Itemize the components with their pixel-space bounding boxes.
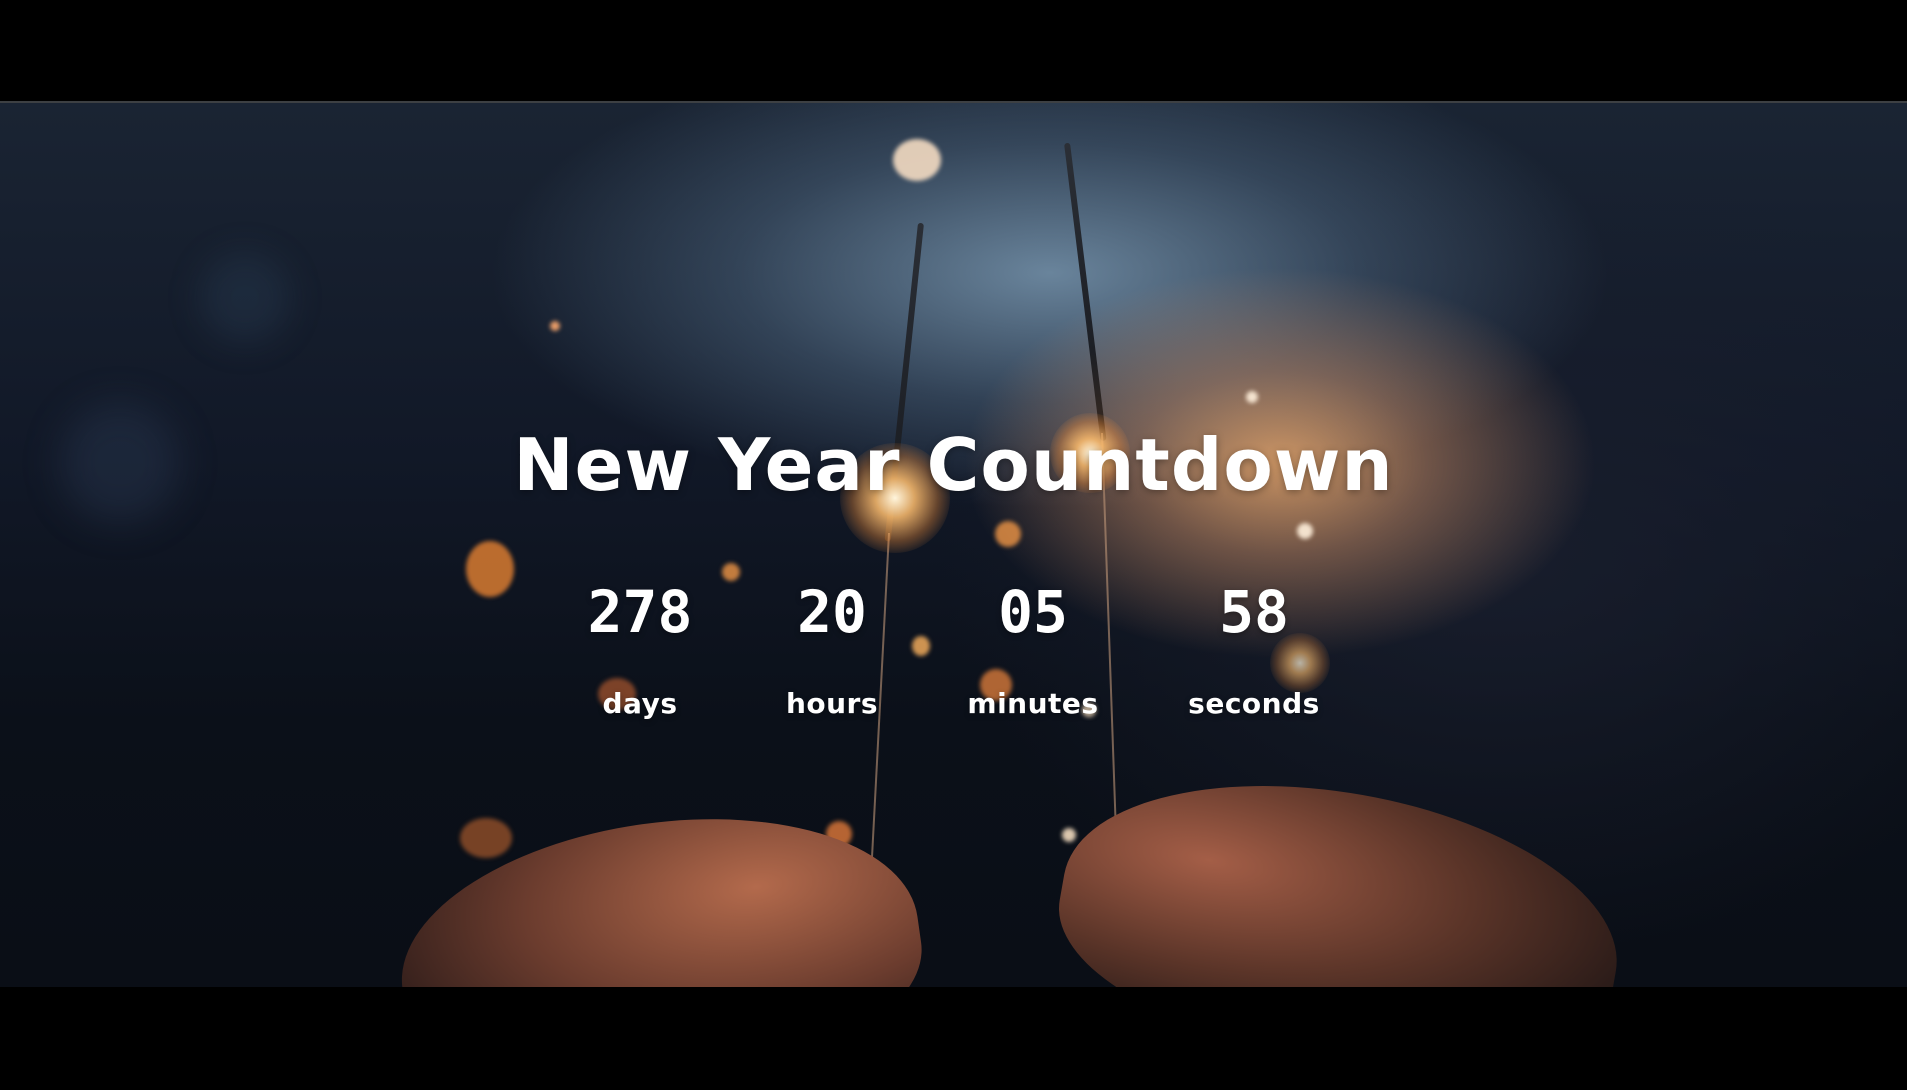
countdown-seconds: 58 seconds xyxy=(1164,583,1344,720)
letterbox-bottom xyxy=(0,987,1907,1090)
minutes-label: minutes xyxy=(967,687,1099,720)
minutes-value: 05 xyxy=(998,578,1068,646)
hours-value: 20 xyxy=(797,578,867,646)
seconds-label: seconds xyxy=(1188,687,1320,720)
countdown-hours: 20 hours xyxy=(742,583,922,720)
letterbox-top xyxy=(0,0,1907,103)
countdown-days: 278 days xyxy=(550,583,730,720)
page-title: New Year Countdown xyxy=(513,423,1394,507)
countdown-overlay: New Year Countdown 278 days 20 hours 05 … xyxy=(0,103,1907,987)
hours-label: hours xyxy=(785,687,879,720)
countdown-minutes: 05 minutes xyxy=(943,583,1123,720)
days-label: days xyxy=(602,687,678,720)
days-value: 278 xyxy=(587,578,693,646)
seconds-value: 58 xyxy=(1219,578,1289,646)
